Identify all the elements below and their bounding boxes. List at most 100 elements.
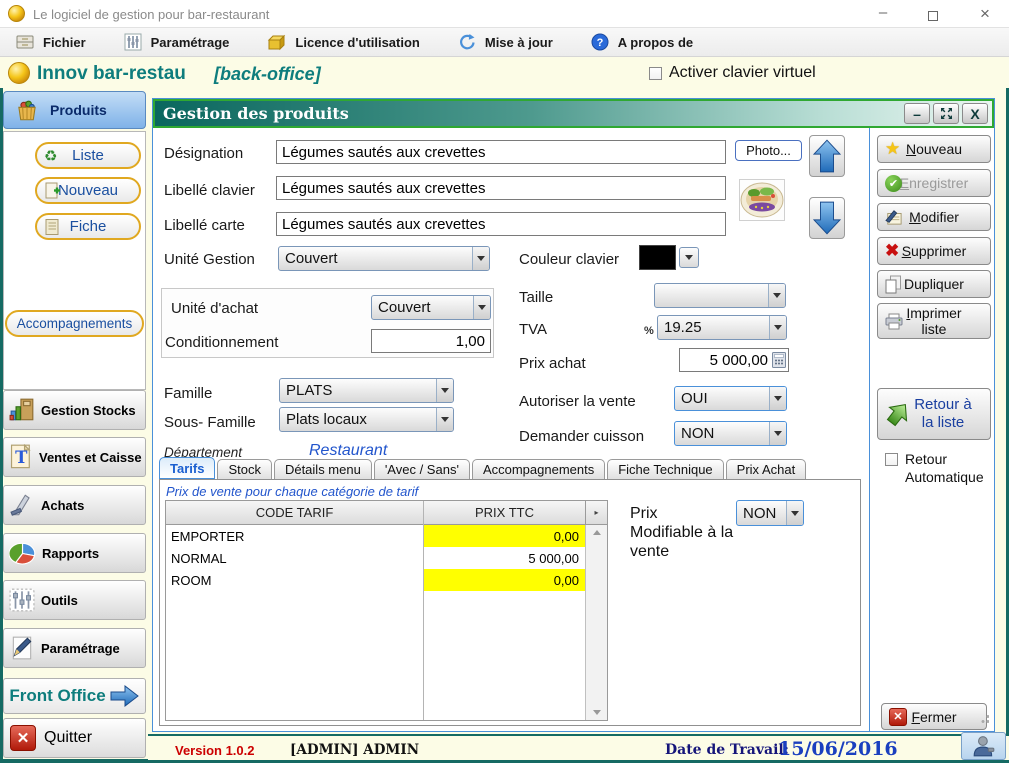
tab-fiche-technique[interactable]: Fiche Technique [607, 459, 723, 479]
tariff-table: CODE TARIF PRIX TTC ▸ EMPORTER 0,00 NORM… [165, 500, 608, 721]
stocks-icon [9, 397, 35, 423]
fermer-button[interactable]: ✕ Fermer [881, 703, 987, 730]
unite-achat-select[interactable]: Couvert [371, 295, 491, 320]
enregistrer-button[interactable]: ✔ Enregistrer [877, 169, 991, 197]
tab-details-menu[interactable]: Détails menu [274, 459, 372, 479]
sidebar-item-nouveau[interactable]: Nouveau [35, 177, 141, 204]
arrow-right-icon [110, 684, 140, 708]
column-header-code-tarif[interactable]: CODE TARIF [166, 501, 423, 524]
minimize-button[interactable]: – [868, 4, 898, 21]
child-minimize-button[interactable]: – [904, 103, 930, 124]
menu-licence-label: Licence d'utilisation [295, 35, 419, 50]
pen-page-icon [9, 635, 35, 661]
autoriser-vente-select[interactable]: OUI [674, 386, 787, 411]
sidebar-item-produits[interactable]: Produits [3, 91, 146, 129]
chevron-down-icon [769, 387, 786, 410]
modifier-button[interactable]: Modifier [877, 203, 991, 231]
tab-avec-sans[interactable]: 'Avec / Sans' [374, 459, 470, 479]
edit-pen-icon [885, 209, 903, 225]
sidebar-item-ventes-caisse[interactable]: T Ventes et Caisse [3, 437, 146, 477]
tab-stock[interactable]: Stock [217, 459, 272, 479]
menu-parametrage[interactable]: Paramétrage [118, 30, 236, 54]
column-options-icon[interactable]: ▸ [585, 501, 607, 524]
supprimer-button[interactable]: ✖ Supprimer [877, 237, 991, 265]
statusbar: Version 1.0.2 [ADMIN] ADMIN Date de Trav… [148, 734, 1009, 760]
person-icon [972, 735, 996, 757]
food-plate-image [739, 179, 785, 221]
photo-button[interactable]: Photo... [735, 140, 802, 161]
retour-auto-label: Retour Automatique [905, 451, 997, 486]
sales-doc-icon: T [9, 444, 33, 470]
calculator-icon[interactable] [772, 352, 786, 368]
scroll-up-icon[interactable] [593, 530, 601, 535]
move-up-button[interactable] [809, 135, 845, 177]
table-row[interactable]: NORMAL 5 000,00 [166, 547, 607, 569]
sous-famille-select[interactable]: Plats locaux [279, 407, 454, 432]
famille-select[interactable]: PLATS [279, 378, 454, 403]
titlebar: Le logiciel de gestion pour bar-restaura… [0, 0, 1009, 28]
sidebar-item-accompagnements[interactable]: Accompagnements [5, 310, 144, 337]
demander-cuisson-select[interactable]: NON [674, 421, 787, 446]
taille-label: Taille [519, 289, 553, 306]
nouveau-button[interactable]: ★ Nouveau [877, 135, 991, 163]
table-row[interactable]: EMPORTER 0,00 [166, 525, 607, 547]
resize-grip[interactable] [981, 715, 989, 723]
svg-text:?: ? [596, 37, 603, 49]
sidebar-item-outils[interactable]: Outils [3, 580, 146, 620]
prix-modifiable-select[interactable]: NON [736, 500, 804, 526]
retour-liste-button[interactable]: Retour à la liste [877, 388, 991, 440]
tab-prix-achat[interactable]: Prix Achat [726, 459, 807, 479]
version-label: Version 1.0.2 [175, 743, 255, 758]
arrow-up-icon [813, 139, 841, 173]
maximize-button[interactable] [928, 8, 938, 26]
libelle-carte-input[interactable] [276, 212, 726, 236]
prix-achat-label: Prix achat [519, 355, 586, 372]
designation-input[interactable] [276, 140, 726, 164]
tva-select[interactable]: 19.25 [657, 315, 787, 340]
product-photo-thumbnail[interactable] [739, 179, 785, 226]
menu-a-propos[interactable]: ? A propos de [585, 30, 699, 54]
sidebar-item-parametrage[interactable]: Paramétrage [3, 628, 146, 668]
prix-achat-input[interactable]: 5 000,00 [679, 348, 789, 372]
child-maximize-button[interactable] [933, 103, 959, 124]
unite-gestion-select[interactable]: Couvert [278, 246, 490, 271]
taille-select[interactable] [654, 283, 786, 308]
sidebar-item-liste[interactable]: ♻ Liste [35, 142, 141, 169]
sidebar-item-fiche[interactable]: Fiche [35, 213, 141, 240]
menu-fichier[interactable]: Fichier [10, 30, 92, 54]
close-button[interactable]: × [970, 4, 1000, 24]
retour-auto-checkbox[interactable] [885, 453, 898, 466]
column-header-prix-ttc[interactable]: PRIX TTC [423, 501, 585, 524]
sidebar-item-achats[interactable]: Achats [3, 485, 146, 525]
basket-icon [14, 97, 40, 123]
scroll-down-icon[interactable] [593, 710, 601, 715]
user-session-button[interactable] [961, 732, 1006, 760]
tab-accompagnements[interactable]: Accompagnements [472, 459, 605, 479]
sidebar-item-liste-label: Liste [72, 147, 104, 164]
document-icon [44, 218, 61, 236]
sidebar-item-rapports[interactable]: Rapports [3, 533, 146, 573]
quitter-label: Quitter [44, 729, 92, 747]
keyboard-color-swatch[interactable] [639, 245, 676, 270]
table-scrollbar[interactable] [585, 525, 607, 720]
libelle-clavier-input[interactable] [276, 176, 726, 200]
imprimer-liste-button[interactable]: Imprimer liste [877, 303, 991, 339]
virtual-keyboard-checkbox[interactable] [649, 67, 662, 80]
menu-licence[interactable]: Licence d'utilisation [261, 30, 425, 54]
conditionnement-input[interactable] [371, 329, 491, 353]
move-down-button[interactable] [809, 197, 845, 239]
sidebar-item-gestion-stocks[interactable]: Gestion Stocks [3, 390, 146, 430]
keyboard-color-dropdown-button[interactable] [679, 247, 699, 268]
front-office-button[interactable]: Front Office [3, 678, 146, 714]
table-row[interactable]: ROOM 0,00 [166, 569, 607, 591]
tab-tarifs[interactable]: Tarifs [159, 457, 215, 479]
conditionnement-label: Conditionnement [165, 334, 278, 351]
couleur-clavier-label: Couleur clavier [519, 251, 619, 268]
dupliquer-button[interactable]: Dupliquer [877, 270, 991, 298]
menu-mise-a-jour[interactable]: Mise à jour [452, 30, 559, 54]
sidebar-item-rapports-label: Rapports [42, 546, 99, 561]
arrow-down-icon [813, 201, 841, 235]
menu-mise-a-jour-label: Mise à jour [485, 35, 553, 50]
child-close-button[interactable]: X [962, 103, 988, 124]
quitter-button[interactable]: ✕ Quitter [3, 718, 146, 758]
